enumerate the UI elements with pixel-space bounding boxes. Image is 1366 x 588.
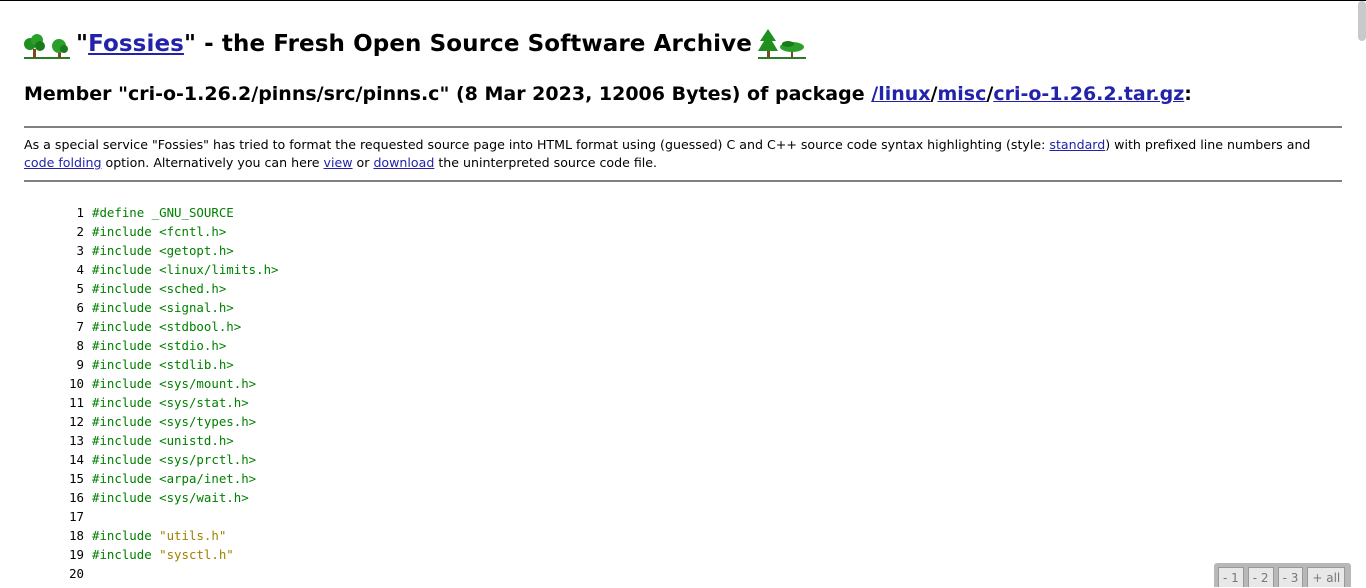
line-number: 15 [69,471,84,486]
preprocessor-text: #include <arpa/inet.h> [92,471,257,486]
line-number: 18 [69,528,84,543]
code-line: 15 #include <arpa/inet.h> [0,469,279,488]
code-line: 9 #include <stdlib.h> [0,355,279,374]
preprocessor-text: #include <fcntl.h> [92,224,227,239]
fold-button[interactable]: - 2 [1247,567,1274,587]
line-number: 3 [76,243,84,258]
source-code: 1 #define _GNU_SOURCE 2 #include <fcntl.h> 3… [0,203,279,583]
preprocessor-text: #include [92,547,160,562]
preprocessor-text: #include <unistd.h> [92,433,234,448]
line-number: 16 [69,490,84,505]
code-line: 17 [0,507,279,526]
line-number: 20 [69,566,84,581]
preprocessor-text: #include <stdlib.h> [92,357,234,372]
code-line: 16 #include <sys/wait.h> [0,488,279,507]
line-number: 4 [76,262,84,277]
code-line: 6 #include <signal.h> [0,298,279,317]
preprocessor-text: #include <stdio.h> [92,338,227,353]
fold-button[interactable]: - 3 [1277,567,1304,587]
path-linux-link[interactable]: /linux [871,83,930,105]
path-misc-link[interactable]: misc [937,83,986,105]
service-notice: As a special service "Fossies" has tried… [24,137,1311,170]
preprocessor-text: #include <getopt.h> [92,243,234,258]
line-number: 6 [76,300,84,315]
fold-button[interactable]: + all [1307,567,1346,587]
view-link[interactable]: view [324,155,353,170]
preprocessor-text: #define _GNU_SOURCE [92,205,234,220]
code-folding-link[interactable]: code folding [24,155,101,170]
page-header: "Fossies" - the Fresh Open Source Softwa… [24,19,806,59]
preprocessor-text: #include <linux/limits.h> [92,262,279,277]
string-literal: "sysctl.h" [159,547,234,562]
preprocessor-text: #include <sched.h> [92,281,227,296]
string-literal: "utils.h" [159,528,227,543]
preprocessor-text: #include <sys/stat.h> [92,395,249,410]
fold-controls: - 1- 2- 3 + all [1214,563,1351,587]
code-line: 12 #include <sys/types.h> [0,412,279,431]
line-number: 11 [69,395,84,410]
fossies-link[interactable]: Fossies [88,31,184,57]
code-line: 8 #include <stdio.h> [0,336,279,355]
code-line: 4 #include <linux/limits.h> [0,260,279,279]
package-link[interactable]: cri-o-1.26.2.tar.gz [993,83,1184,105]
preprocessor-text: #include <sys/types.h> [92,414,257,429]
divider-top [24,126,1342,128]
preprocessor-text: #include <sys/wait.h> [92,490,249,505]
line-number: 10 [69,376,84,391]
code-line: 2 #include <fcntl.h> [0,222,279,241]
code-line: 18 #include "utils.h" [0,526,279,545]
fold-button[interactable]: - 1 [1218,567,1244,587]
line-number: 2 [76,224,84,239]
line-number: 9 [76,357,84,372]
code-line: 10 #include <sys/mount.h> [0,374,279,393]
preprocessor-text: #include <signal.h> [92,300,234,315]
divider-bottom [24,180,1342,182]
line-number: 1 [76,205,84,220]
line-number: 13 [69,433,84,448]
page-title: "Fossies" - the Fresh Open Source Softwa… [76,31,752,57]
line-number: 5 [76,281,84,296]
style-standard-link[interactable]: standard [1049,137,1105,152]
code-line: 13 #include <unistd.h> [0,431,279,450]
trees-left-icon [24,31,70,59]
preprocessor-text: #include <sys/prctl.h> [92,452,257,467]
page-scrollbar[interactable] [1358,1,1366,41]
line-number: 19 [69,547,84,562]
line-number: 12 [69,414,84,429]
member-heading: Member "cri-o-1.26.2/pinns/src/pinns.c" … [24,83,1192,105]
code-line: 19 #include "sysctl.h" [0,545,279,564]
code-line: 7 #include <stdbool.h> [0,317,279,336]
download-link[interactable]: download [373,155,434,170]
code-line: 11 #include <sys/stat.h> [0,393,279,412]
line-number: 17 [69,509,84,524]
code-line: 14 #include <sys/prctl.h> [0,450,279,469]
preprocessor-text: #include [92,528,160,543]
code-line: 1 #define _GNU_SOURCE [0,203,279,222]
line-number: 7 [76,319,84,334]
code-line: 3 #include <getopt.h> [0,241,279,260]
trees-right-icon [757,29,806,59]
line-number: 8 [76,338,84,353]
code-line: 20 [0,564,279,583]
line-number: 14 [69,452,84,467]
preprocessor-text: #include <sys/mount.h> [92,376,257,391]
code-line: 5 #include <sched.h> [0,279,279,298]
preprocessor-text: #include <stdbool.h> [92,319,242,334]
